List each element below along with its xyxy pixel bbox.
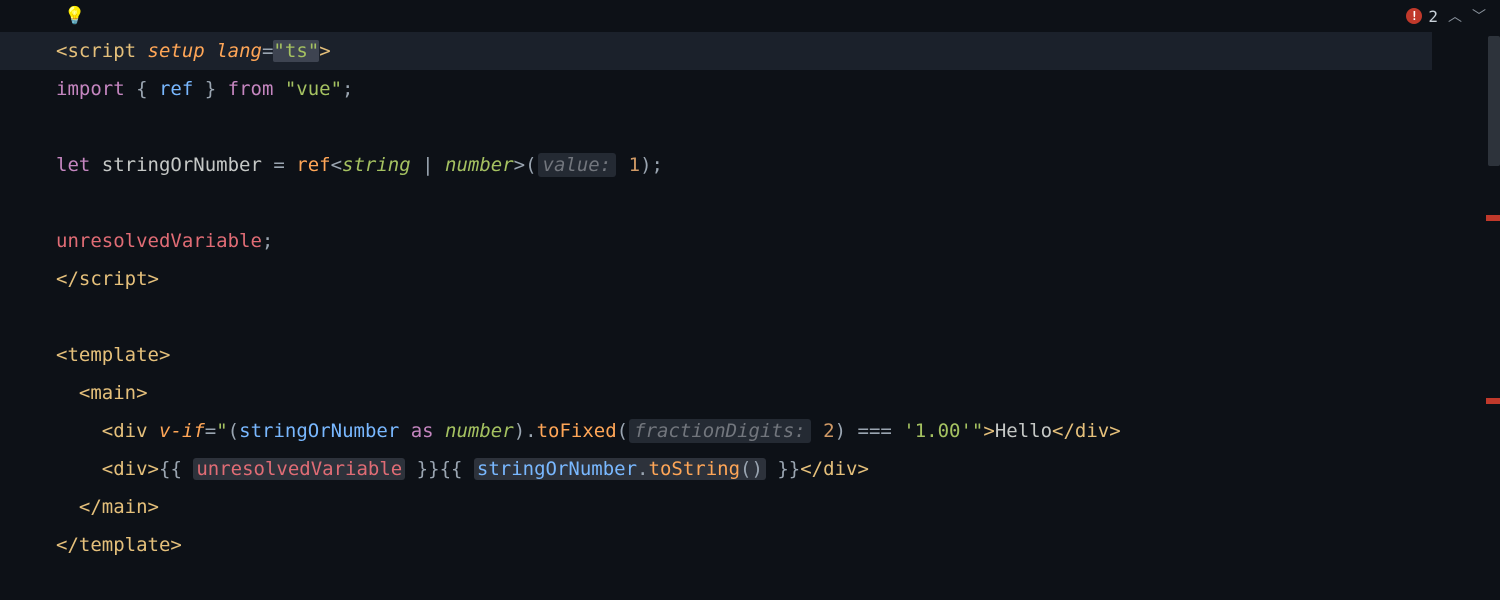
problems-panel: ! 2 ︿ ﹀ — [1406, 6, 1486, 26]
code-line[interactable]: <main> — [56, 374, 1500, 412]
inlay-hint: fractionDigits: — [629, 419, 811, 443]
unresolved-variable: unresolvedVariable — [196, 458, 402, 480]
error-indicator[interactable]: ! 2 — [1406, 7, 1438, 26]
code-line[interactable]: <script setup lang="ts"> — [0, 32, 1432, 70]
error-marker[interactable] — [1486, 215, 1500, 221]
unresolved-variable: unresolvedVariable — [56, 230, 262, 252]
prev-problem-icon[interactable]: ︿ — [1448, 6, 1462, 26]
editor-top-bar: 💡 ! 2 ︿ ﹀ — [0, 0, 1500, 32]
next-problem-icon[interactable]: ﹀ — [1472, 6, 1486, 26]
code-line[interactable]: <div>{{ unresolvedVariable }}{{ stringOr… — [56, 450, 1500, 488]
code-editor[interactable]: 💡 ! 2 ︿ ﹀ <script setup lang="ts"> impor… — [0, 0, 1500, 600]
code-line[interactable]: import { ref } from "vue"; — [56, 70, 1500, 108]
error-marker[interactable] — [1486, 398, 1500, 404]
code-line[interactable]: let stringOrNumber = ref<string | number… — [56, 146, 1500, 184]
code-line[interactable] — [56, 108, 1500, 146]
code-area[interactable]: <script setup lang="ts"> import { ref } … — [0, 32, 1500, 564]
scrollbar-thumb[interactable] — [1488, 36, 1500, 166]
error-icon: ! — [1406, 8, 1422, 24]
inlay-hint: value: — [538, 153, 617, 177]
code-line[interactable] — [56, 298, 1500, 336]
code-line[interactable]: <div v-if="(stringOrNumber as number).to… — [56, 412, 1500, 450]
code-line[interactable]: unresolvedVariable; — [56, 222, 1500, 260]
code-line[interactable]: </main> — [56, 488, 1500, 526]
code-line[interactable]: <template> — [56, 336, 1500, 374]
code-line[interactable]: </script> — [56, 260, 1500, 298]
code-line[interactable]: </template> — [56, 526, 1500, 564]
scrollbar[interactable] — [1488, 32, 1500, 600]
error-count: 2 — [1428, 7, 1438, 26]
code-line[interactable] — [56, 184, 1500, 222]
lightbulb-icon[interactable]: 💡 — [64, 6, 85, 26]
